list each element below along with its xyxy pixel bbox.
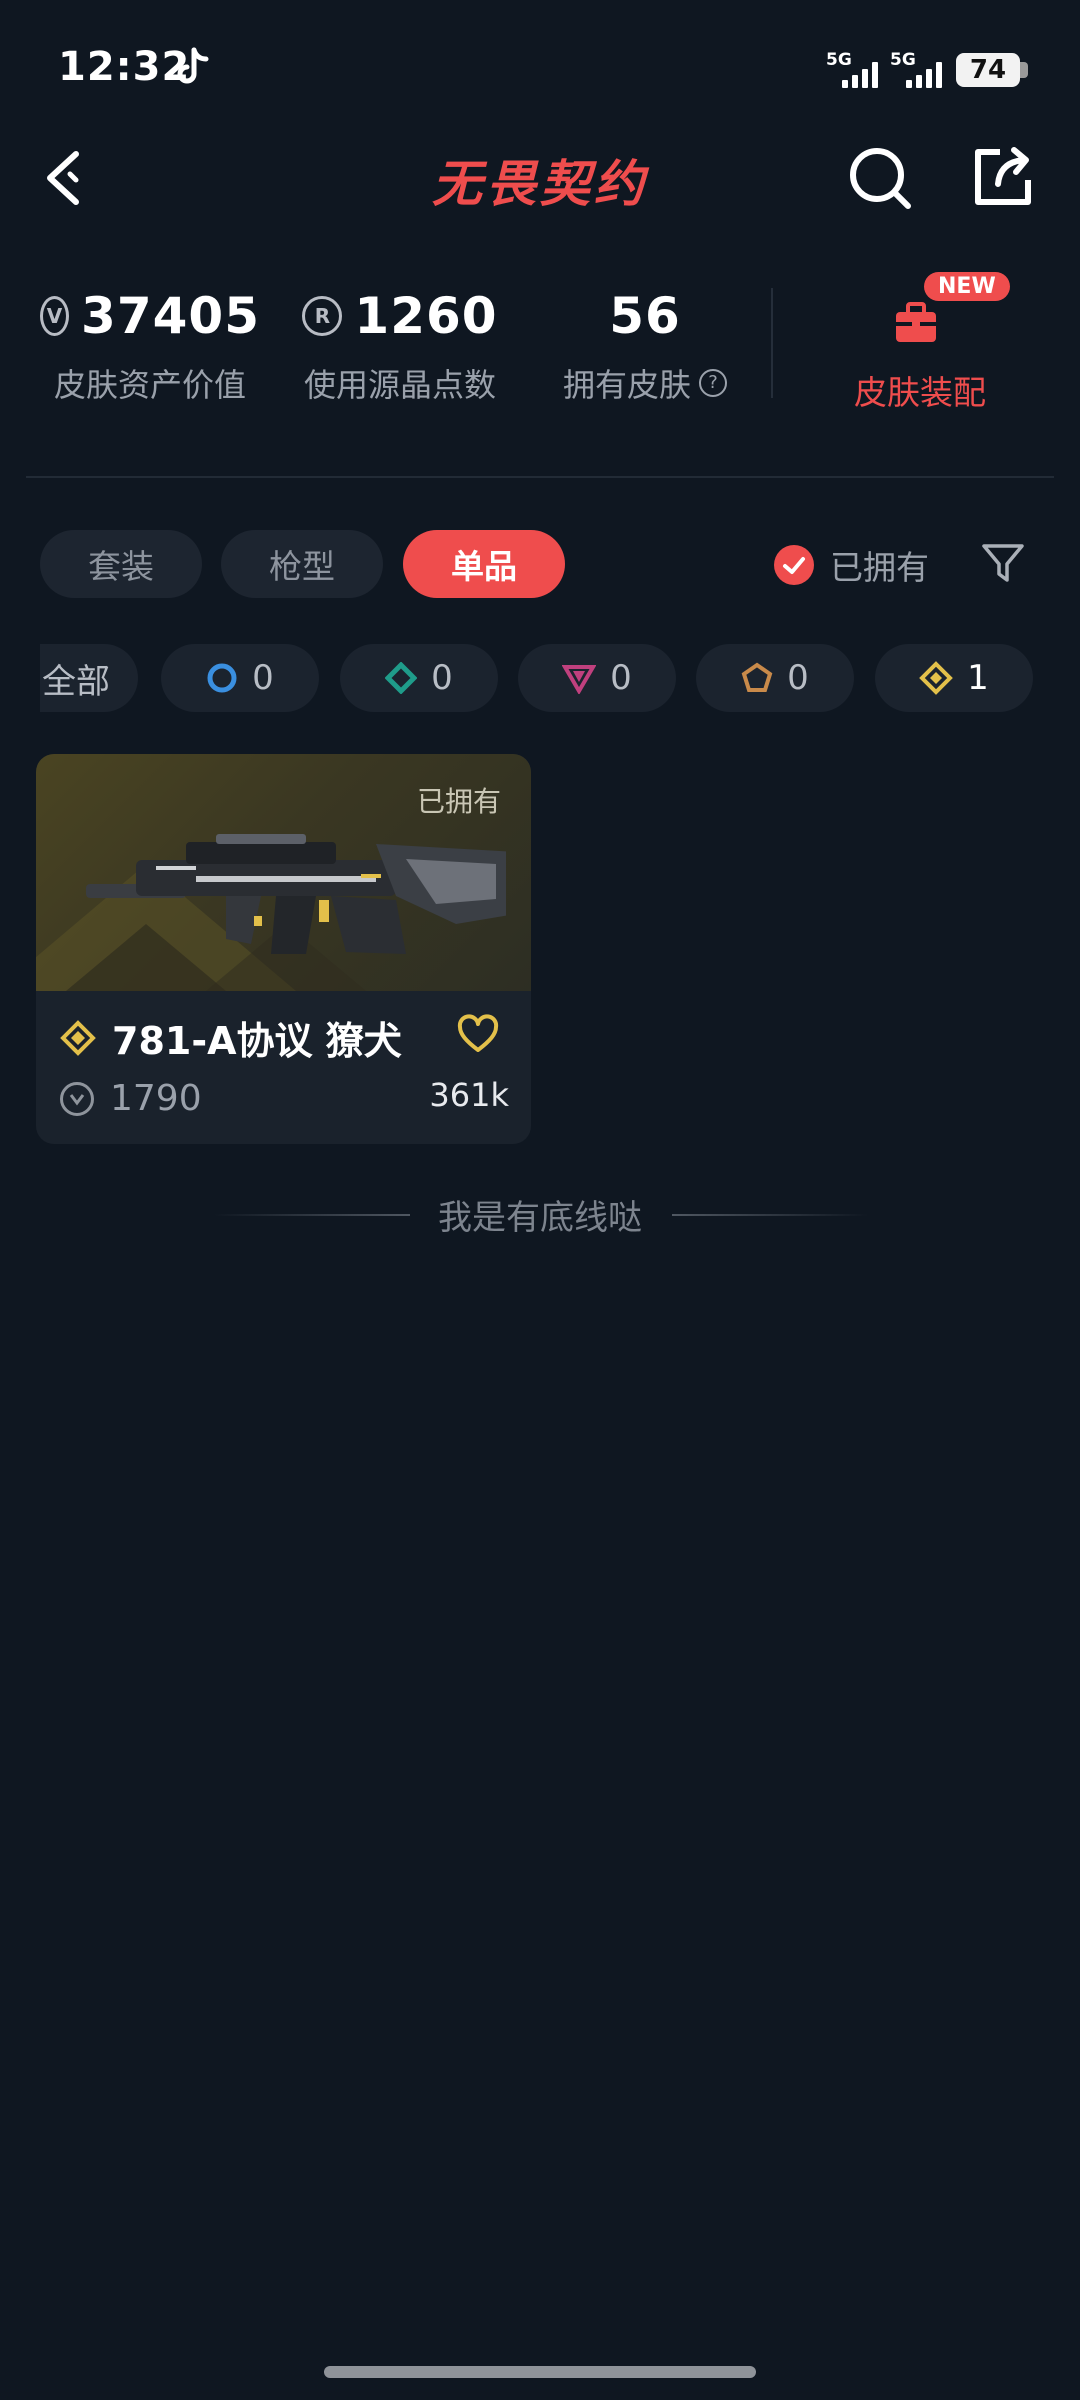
vp-coin-icon — [60, 1081, 94, 1116]
signal-1-icon: 5G — [826, 50, 886, 90]
chip-premium-count: 0 — [610, 658, 632, 698]
premium-edition-icon — [562, 665, 597, 694]
divider — [26, 476, 1054, 478]
owned-skins-value: 56 — [609, 287, 681, 345]
battery-level: 74 — [969, 55, 1007, 85]
skin-card[interactable]: 已拥有 781-A协议 獠犬 1790 361k — [36, 754, 531, 1144]
chip-all[interactable]: 全部 — [40, 644, 138, 712]
stat-asset-value: V 37405 皮肤资产价值 — [40, 284, 260, 406]
radianite-label: 使用源晶点数 — [303, 366, 496, 404]
owned-tag: 已拥有 — [416, 785, 501, 818]
tab-single-item[interactable]: 单品 — [403, 530, 565, 598]
chip-select[interactable]: 0 — [161, 644, 319, 712]
skin-price: 1790 — [110, 1078, 202, 1119]
tab-weapon-type[interactable]: 枪型 — [221, 530, 383, 598]
help-icon[interactable]: ? — [699, 369, 727, 397]
bag-icon — [896, 302, 936, 342]
radianite-icon: R — [302, 296, 343, 336]
end-of-list: 我是有底线哒 — [0, 1190, 1080, 1240]
likes-count: 361k — [429, 1076, 509, 1114]
chip-premium[interactable]: 0 — [518, 644, 676, 712]
stats-divider — [771, 288, 773, 398]
weapon-icon — [86, 834, 506, 954]
loadout-label: 皮肤装配 — [854, 373, 986, 412]
signal-2-icon: 5G — [890, 50, 950, 90]
owned-filter-label: 已拥有 — [830, 548, 929, 587]
stat-radianite: R 1260 使用源晶点数 — [290, 284, 510, 406]
app-header: 无畏契约 — [0, 130, 1080, 230]
chip-exclusive[interactable]: 0 — [696, 644, 854, 712]
deluxe-edition-icon — [385, 662, 418, 694]
chip-deluxe[interactable]: 0 — [340, 644, 498, 712]
category-tabs: 套装 枪型 单品 已拥有 — [0, 530, 1080, 600]
status-bar: 12:32 5G 5G 74 — [0, 0, 1080, 140]
stat-owned-skins[interactable]: 56 拥有皮肤 ? — [545, 284, 745, 406]
tab-bundle[interactable]: 套装 — [40, 530, 202, 598]
chip-all-label: 全部 — [42, 661, 110, 702]
owned-skins-label: 拥有皮肤 — [562, 366, 691, 404]
ultra-edition-icon — [60, 1019, 96, 1056]
check-icon — [774, 545, 814, 585]
filter-icon[interactable] — [980, 540, 1026, 586]
chip-ultra[interactable]: 1 — [875, 644, 1033, 712]
share-button[interactable] — [970, 144, 1036, 210]
status-time: 12:32 — [58, 44, 191, 90]
select-edition-icon — [207, 663, 237, 693]
exclusive-edition-icon — [741, 662, 773, 692]
radianite-value: 1260 — [354, 287, 498, 345]
ultra-edition-icon — [919, 661, 954, 695]
end-of-list-text: 我是有底线哒 — [438, 1198, 642, 1238]
stats-panel: V 37405 皮肤资产价值 R 1260 使用源晶点数 56 拥有皮肤 ? N… — [0, 270, 1080, 430]
rarity-filter-chips: 全部 0 0 0 0 1 — [40, 644, 1040, 714]
skin-name: 781-A协议 獠犬 — [112, 1019, 402, 1063]
skin-image: 已拥有 — [36, 754, 531, 991]
skin-loadout-button[interactable]: NEW 皮肤装配 — [820, 270, 1020, 420]
new-badge: NEW — [924, 272, 1010, 301]
heart-icon[interactable] — [456, 1014, 500, 1054]
chip-deluxe-count: 0 — [431, 658, 453, 698]
app-logo: 无畏契约 — [432, 155, 648, 213]
search-button[interactable] — [846, 144, 916, 214]
owned-filter-toggle[interactable]: 已拥有 — [774, 540, 929, 590]
chip-select-count: 0 — [252, 658, 274, 698]
vp-coin-icon: V — [40, 296, 70, 336]
battery-icon: 74 — [956, 53, 1028, 87]
home-indicator[interactable] — [324, 2366, 756, 2378]
chip-ultra-count: 1 — [967, 658, 989, 698]
asset-value-label: 皮肤资产价值 — [53, 366, 246, 404]
tiktok-icon — [177, 47, 209, 84]
chip-exclusive-count: 0 — [787, 658, 809, 698]
asset-value: 37405 — [81, 287, 260, 345]
